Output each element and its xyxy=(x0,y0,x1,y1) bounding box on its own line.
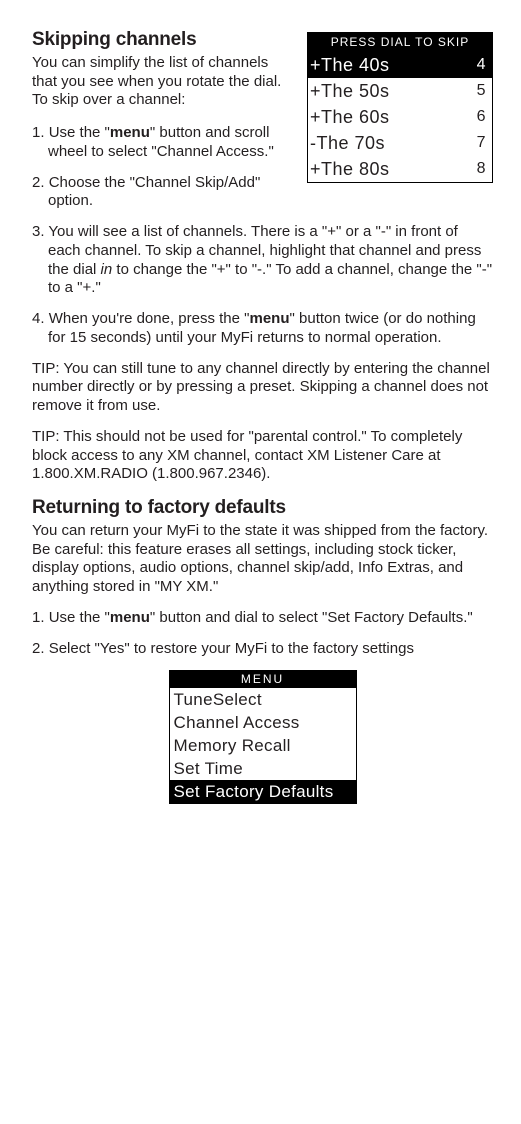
channel-name: +The 80s xyxy=(310,158,390,181)
lcd-row: +The 50s 5 xyxy=(308,78,492,104)
heading-factory-defaults: Returning to factory defaults xyxy=(32,496,493,520)
step-3: You will see a list of channels. There i… xyxy=(32,223,493,298)
factory-steps: Use the "menu" button and dial to select… xyxy=(32,609,493,659)
channel-number: 5 xyxy=(477,81,486,101)
channel-name: +The 60s xyxy=(310,106,390,129)
lcd-row: +The 40s 4 xyxy=(308,52,492,78)
menu-row: TuneSelect xyxy=(170,688,356,711)
menu-lcd: MENU TuneSelect Channel Access Memory Re… xyxy=(169,670,357,804)
skipping-steps-cont: You will see a list of channels. There i… xyxy=(32,223,493,348)
menu-row-selected: Set Factory Defaults xyxy=(170,780,356,803)
lcd-row: +The 60s 6 xyxy=(308,104,492,130)
factory-step-1: Use the "menu" button and dial to select… xyxy=(32,609,493,628)
channel-number: 8 xyxy=(477,159,486,179)
lcd-row: +The 80s 8 xyxy=(308,156,492,182)
step-2: Choose the "Channel Skip/Add" option. xyxy=(32,174,318,212)
intro-text: You can simplify the list of channels th… xyxy=(32,54,302,110)
tip-1: TIP: You can still tune to any channel d… xyxy=(32,360,493,416)
channel-number: 7 xyxy=(477,133,486,153)
menu-bold: menu xyxy=(110,609,150,626)
menu-bold: menu xyxy=(250,310,290,327)
channel-number: 6 xyxy=(477,107,486,127)
lcd-screen: PRESS DIAL TO SKIP +The 40s 4 +The 50s 5… xyxy=(307,32,493,183)
step-4: When you're done, press the "menu" butto… xyxy=(32,310,493,348)
channel-number: 4 xyxy=(477,55,486,75)
menu-row: Channel Access xyxy=(170,711,356,734)
tip-2: TIP: This should not be used for "parent… xyxy=(32,428,493,484)
menu-row: Memory Recall xyxy=(170,734,356,757)
italic-in: in xyxy=(101,261,113,278)
lcd-header: PRESS DIAL TO SKIP xyxy=(308,33,492,52)
menu-bold: menu xyxy=(110,124,150,141)
channel-name: +The 40s xyxy=(310,54,390,77)
channel-name: +The 50s xyxy=(310,80,390,103)
channel-name: -The 70s xyxy=(310,132,385,155)
factory-intro: You can return your MyFi to the state it… xyxy=(32,522,493,597)
lcd-row: -The 70s 7 xyxy=(308,130,492,156)
menu-lcd-header: MENU xyxy=(170,671,356,688)
step-1: Use the "menu" button and scroll wheel t… xyxy=(32,124,318,162)
skip-channels-lcd: PRESS DIAL TO SKIP +The 40s 4 +The 50s 5… xyxy=(307,32,493,183)
menu-row: Set Time xyxy=(170,757,356,780)
manual-page: PRESS DIAL TO SKIP +The 40s 4 +The 50s 5… xyxy=(0,0,521,1124)
factory-step-2: Select "Yes" to restore your MyFi to the… xyxy=(32,640,493,659)
